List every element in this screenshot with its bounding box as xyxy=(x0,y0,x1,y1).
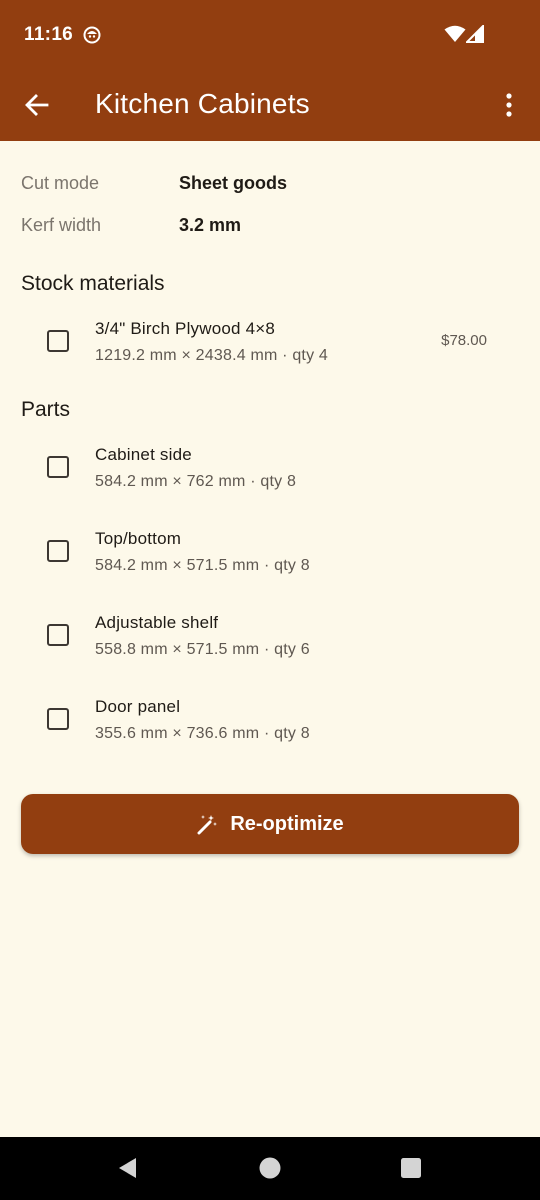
parts-section-title: Parts xyxy=(21,398,71,421)
signal-icon xyxy=(466,25,484,43)
page-title: Kitchen Cabinets xyxy=(95,88,310,119)
nav-back-icon[interactable] xyxy=(117,1157,139,1179)
part-checkbox[interactable] xyxy=(47,624,69,646)
system-nav-bar xyxy=(0,1137,540,1200)
reoptimize-button[interactable]: Re-optimize xyxy=(21,794,519,854)
app-notification-icon xyxy=(83,26,101,44)
stock-item-detail: 1219.2 mm × 2438.4 mm · qty 4 xyxy=(95,347,329,364)
app-bar: Kitchen Cabinets xyxy=(0,70,540,141)
cut-mode-label: Cut mode xyxy=(21,173,100,193)
stock-item-price: $78.00 xyxy=(441,332,487,349)
part-name: Adjustable shelf xyxy=(95,613,219,632)
part-detail: 558.8 mm × 571.5 mm · qty 6 xyxy=(95,641,310,658)
more-vertical-icon[interactable] xyxy=(496,92,522,118)
part-name: Cabinet side xyxy=(95,445,192,464)
part-checkbox[interactable] xyxy=(47,708,69,730)
wifi-icon xyxy=(444,25,466,42)
cut-mode-value: Sheet goods xyxy=(179,173,288,193)
part-name: Top/bottom xyxy=(95,529,182,548)
part-detail: 584.2 mm × 762 mm · qty 8 xyxy=(95,473,297,490)
magic-wand-icon xyxy=(197,815,218,835)
stock-section-title: Stock materials xyxy=(21,272,165,295)
reoptimize-label: Re-optimize xyxy=(230,812,344,835)
stock-item-name: 3/4" Birch Plywood 4×8 xyxy=(95,319,276,338)
part-detail: 584.2 mm × 571.5 mm · qty 8 xyxy=(95,557,310,574)
status-bar: 11:16 xyxy=(0,0,540,70)
part-checkbox[interactable] xyxy=(47,456,69,478)
part-detail: 355.6 mm × 736.6 mm · qty 8 xyxy=(95,725,310,742)
stock-item-checkbox[interactable] xyxy=(47,330,69,352)
nav-recents-icon[interactable] xyxy=(400,1157,422,1179)
part-checkbox[interactable] xyxy=(47,540,69,562)
arrow-left-icon[interactable] xyxy=(24,92,50,118)
part-name: Door panel xyxy=(95,697,181,716)
nav-home-icon[interactable] xyxy=(259,1157,281,1179)
status-time: 11:16 xyxy=(24,24,74,45)
kerf-width-label: Kerf width xyxy=(21,215,102,235)
kerf-width-value: 3.2 mm xyxy=(179,215,242,235)
